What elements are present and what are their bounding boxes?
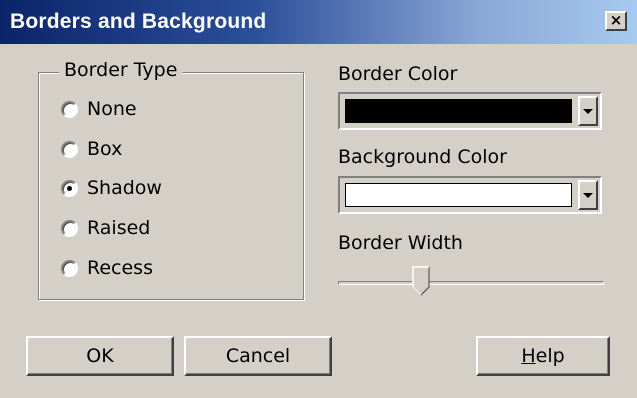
border-color-swatch (345, 99, 572, 123)
borders-and-background-dialog: Borders and Background × Border Type Non… (0, 0, 637, 398)
border-color-select[interactable] (338, 92, 602, 130)
cancel-button-label: Cancel (225, 345, 291, 367)
radio-none-indicator[interactable] (61, 100, 78, 118)
cancel-button[interactable]: Cancel (184, 336, 332, 376)
close-icon: × (609, 11, 623, 29)
radio-none[interactable]: None (61, 98, 137, 120)
border-type-legend: Border Type (59, 59, 183, 81)
radio-raised[interactable]: Raised (61, 217, 150, 239)
radio-box[interactable]: Box (61, 138, 122, 160)
help-button-label: elp (535, 345, 565, 367)
border-width-slider-track[interactable] (338, 281, 604, 285)
ok-button-label: OK (86, 345, 114, 367)
radio-box-label: Box (87, 138, 123, 160)
border-type-group: Border Type None Box Shadow Raised Reces… (38, 59, 304, 300)
radio-shadow-label: Shadow (87, 177, 162, 199)
radio-shadow[interactable]: Shadow (61, 177, 162, 199)
close-button[interactable]: × (605, 11, 627, 31)
radio-recess-indicator[interactable] (61, 259, 78, 277)
border-width-label: Border Width (338, 232, 463, 254)
window-title: Borders and Background (10, 10, 267, 33)
chevron-down-icon[interactable] (578, 180, 598, 210)
border-width-slider-thumb[interactable] (412, 266, 430, 296)
radio-shadow-indicator[interactable] (61, 179, 78, 197)
border-color-label: Border Color (338, 63, 458, 85)
background-color-select[interactable] (338, 176, 602, 214)
radio-box-indicator[interactable] (61, 140, 78, 158)
radio-recess[interactable]: Recess (61, 257, 153, 279)
chevron-down-icon[interactable] (578, 96, 598, 126)
help-button[interactable]: Help (476, 336, 610, 376)
title-bar[interactable]: Borders and Background × (0, 0, 637, 44)
help-accelerator: H (521, 345, 536, 367)
radio-raised-indicator[interactable] (61, 219, 78, 237)
radio-recess-label: Recess (87, 257, 153, 279)
ok-button[interactable]: OK (26, 336, 174, 376)
background-color-label: Background Color (338, 146, 507, 168)
radio-none-label: None (87, 98, 137, 120)
radio-raised-label: Raised (87, 217, 151, 239)
background-color-swatch (345, 183, 572, 207)
